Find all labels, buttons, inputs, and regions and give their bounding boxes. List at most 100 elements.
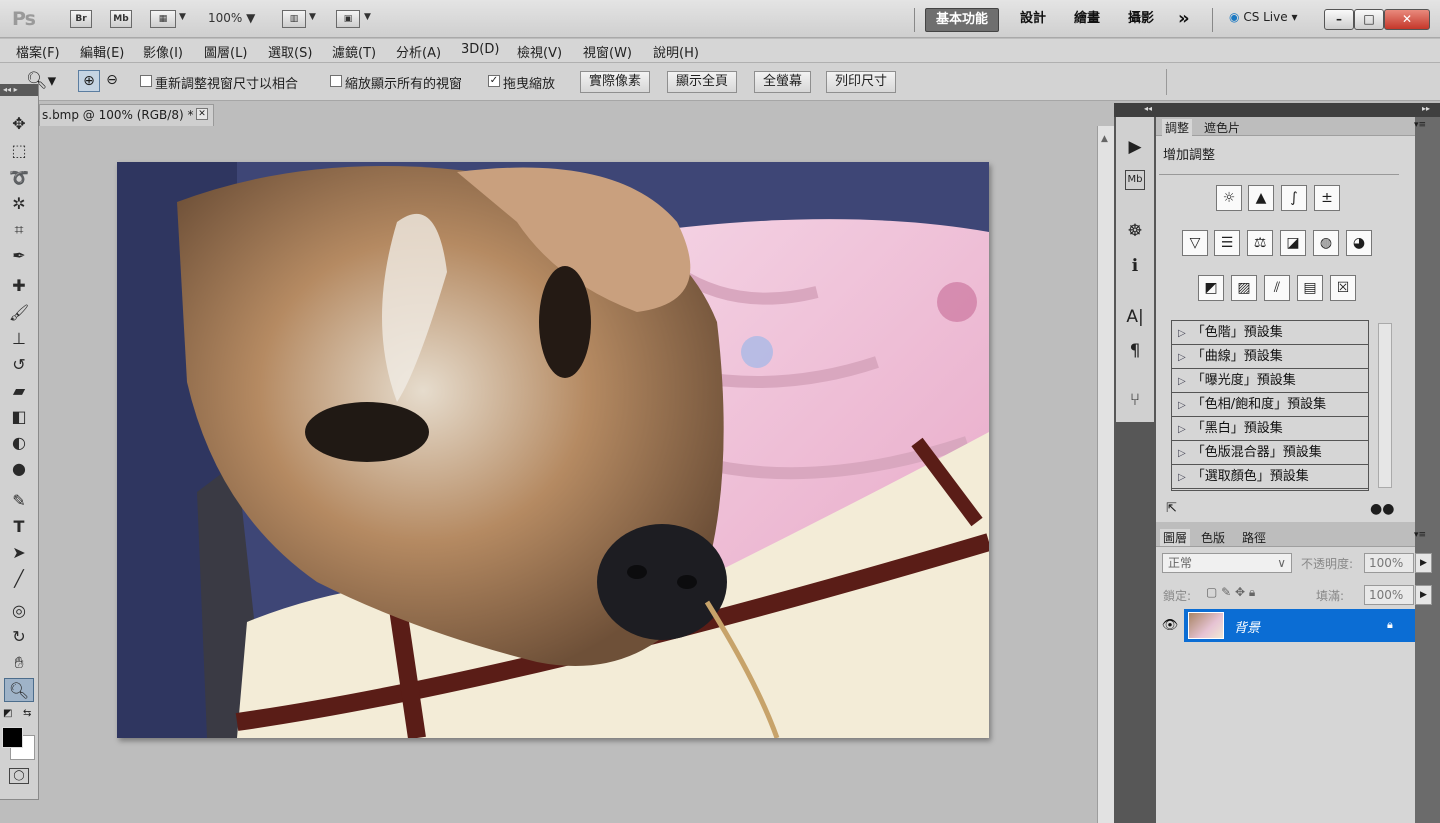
- list-item[interactable]: ▷ 「選取顏色」預設集: [1172, 465, 1368, 489]
- view-extras-icon[interactable]: ▦: [150, 10, 176, 28]
- healing-brush-tool-icon[interactable]: ✚: [4, 274, 34, 298]
- tab-masks[interactable]: 遮色片: [1204, 119, 1240, 136]
- hand-tool-icon[interactable]: ✋︎: [4, 651, 34, 675]
- fill-slider-arrow-icon[interactable]: ▶: [1415, 585, 1432, 605]
- document-tab[interactable]: s.bmp @ 100% (RGB/8) *: [39, 104, 214, 126]
- clone-stamp-tool-icon[interactable]: ⊥: [4, 327, 34, 351]
- maximize-button[interactable]: □: [1354, 9, 1384, 30]
- marquee-tool-icon[interactable]: ⬚: [4, 139, 34, 163]
- mini-bridge-icon[interactable]: Mb: [110, 10, 132, 28]
- type-tool-icon[interactable]: T: [4, 515, 34, 539]
- swap-colors-icon[interactable]: ⇆: [23, 708, 31, 719]
- quick-selection-tool-icon[interactable]: ✲: [4, 192, 34, 216]
- tools-panel-header[interactable]: ◂◂ ▸: [0, 84, 38, 96]
- color-balance-icon[interactable]: ⚖: [1247, 230, 1273, 256]
- vertical-scrollbar[interactable]: ▲: [1097, 126, 1114, 823]
- black-white-icon[interactable]: ◪: [1280, 230, 1306, 256]
- clone-source-icon[interactable]: ⑂: [1123, 388, 1147, 412]
- line-tool-icon[interactable]: ╱: [4, 567, 34, 591]
- chevron-down-icon[interactable]: ▼: [364, 12, 371, 22]
- lasso-tool-icon[interactable]: ➰: [4, 166, 34, 190]
- workspace-painting[interactable]: 繪畫: [1064, 8, 1110, 32]
- brightness-contrast-icon[interactable]: ☼: [1216, 185, 1242, 211]
- menu-help[interactable]: 說明(H): [653, 42, 699, 61]
- zoom-level-select[interactable]: 100% ▼: [208, 11, 255, 25]
- actual-pixels-button[interactable]: 實際像素: [580, 71, 651, 93]
- list-item[interactable]: ▷ 「黑白」預設集: [1172, 417, 1368, 441]
- list-item[interactable]: ▷ 「曲線」預設集: [1172, 345, 1368, 369]
- gradient-map-icon[interactable]: ▤: [1297, 275, 1323, 301]
- print-size-button[interactable]: 列印尺寸: [826, 71, 897, 93]
- bridge-icon[interactable]: Br: [70, 10, 92, 28]
- channel-mixer-icon[interactable]: ◕: [1346, 230, 1372, 256]
- tab-channels[interactable]: 色版: [1201, 529, 1225, 546]
- fill-screen-button[interactable]: 全螢幕: [754, 71, 812, 93]
- brush-tool-icon[interactable]: 🖌︎: [4, 301, 34, 325]
- menu-analysis[interactable]: 分析(A): [396, 42, 441, 61]
- hue-saturation-icon[interactable]: ☰: [1214, 230, 1240, 256]
- invert-icon[interactable]: ◩: [1198, 275, 1224, 301]
- resize-windows-checkbox[interactable]: [140, 75, 152, 87]
- collapse-icon[interactable]: ◂◂: [1144, 104, 1152, 113]
- crop-tool-icon[interactable]: ⌗: [4, 218, 34, 242]
- workspace-photography[interactable]: 攝影: [1118, 8, 1164, 32]
- dodge-tool-icon[interactable]: ●: [4, 457, 34, 481]
- menu-select[interactable]: 選取(S): [268, 42, 312, 61]
- mini-bridge-panel-icon[interactable]: Mb: [1125, 170, 1145, 190]
- posterize-icon[interactable]: ▨: [1231, 275, 1257, 301]
- actions-icon[interactable]: ▶: [1123, 135, 1147, 159]
- chevron-down-icon[interactable]: ▼: [179, 12, 186, 22]
- list-item[interactable]: ▷ 「色相/飽和度」預設集: [1172, 393, 1368, 417]
- opacity-slider-arrow-icon[interactable]: ▶: [1415, 553, 1432, 573]
- menu-edit[interactable]: 編輯(E): [80, 42, 124, 61]
- menu-file[interactable]: 檔案(F): [16, 42, 60, 61]
- foreground-color-swatch[interactable]: [2, 727, 23, 748]
- more-workspaces-icon[interactable]: »: [1168, 8, 1200, 32]
- scroll-up-icon[interactable]: ▲: [1101, 134, 1108, 144]
- workspace-design[interactable]: 設計: [1010, 8, 1056, 32]
- quick-mask-icon[interactable]: ◯: [9, 768, 29, 784]
- menu-filter[interactable]: 濾鏡(T): [332, 42, 376, 61]
- expand-icon[interactable]: ▸▸: [1422, 104, 1430, 113]
- menu-layer[interactable]: 圖層(L): [204, 42, 247, 61]
- document-image[interactable]: [117, 162, 989, 738]
- list-item[interactable]: ▷ 「色版混合器」預設集: [1172, 441, 1368, 465]
- blur-tool-icon[interactable]: ◐: [4, 431, 34, 455]
- tab-paths[interactable]: 路徑: [1242, 529, 1266, 546]
- threshold-icon[interactable]: ⫽: [1264, 275, 1290, 301]
- close-document-icon[interactable]: ✕: [196, 108, 208, 120]
- scrubby-zoom-checkbox[interactable]: ✓: [488, 75, 500, 87]
- workspace-essentials[interactable]: 基本功能: [925, 8, 1000, 32]
- fill-field[interactable]: 100%: [1364, 585, 1414, 605]
- tab-layers[interactable]: 圖層: [1160, 529, 1191, 546]
- path-selection-tool-icon[interactable]: ➤: [4, 541, 34, 565]
- eraser-tool-icon[interactable]: ▰: [4, 379, 34, 403]
- layer-row[interactable]: 👁︎ 背景 🔒︎: [1156, 609, 1415, 642]
- screen-mode-icon[interactable]: ▣: [336, 10, 360, 28]
- zoom-tool-icon[interactable]: 🔍︎: [4, 678, 34, 702]
- list-item[interactable]: ▷ 「曝光度」預設集: [1172, 369, 1368, 393]
- panel-menu-icon[interactable]: ▾≡: [1414, 530, 1426, 540]
- pen-tool-icon[interactable]: ✎: [4, 489, 34, 513]
- zoom-out-icon[interactable]: ⊖: [101, 70, 123, 92]
- paragraph-icon[interactable]: ¶: [1123, 339, 1147, 363]
- close-button[interactable]: ✕: [1384, 9, 1430, 30]
- default-colors-icon[interactable]: ◩: [3, 708, 12, 719]
- tab-adjustments[interactable]: 調整: [1162, 119, 1193, 136]
- info-icon[interactable]: ℹ: [1123, 254, 1147, 278]
- vibrance-icon[interactable]: ▽: [1182, 230, 1208, 256]
- zoom-all-windows-checkbox[interactable]: [330, 75, 342, 87]
- eyedropper-tool-icon[interactable]: ✒: [4, 244, 34, 268]
- exposure-icon[interactable]: ±: [1314, 185, 1340, 211]
- cs-live-menu[interactable]: ◉ CS Live ▾: [1229, 10, 1297, 24]
- visibility-eye-icon[interactable]: 👁︎: [1156, 609, 1184, 642]
- opacity-field[interactable]: 100%: [1364, 553, 1414, 573]
- menu-window[interactable]: 視窗(W): [583, 42, 632, 61]
- layer-name[interactable]: 背景: [1234, 617, 1260, 636]
- move-tool-icon[interactable]: ✥: [4, 112, 34, 136]
- 3d-rotate-tool-icon[interactable]: ◎: [4, 599, 34, 623]
- zoom-in-icon[interactable]: ⊕: [78, 70, 100, 92]
- return-to-list-icon[interactable]: ⇱: [1166, 501, 1177, 516]
- presets-scrollbar[interactable]: [1378, 323, 1392, 488]
- lock-icons[interactable]: ▢ ✎ ✥ 🔒︎: [1206, 585, 1255, 600]
